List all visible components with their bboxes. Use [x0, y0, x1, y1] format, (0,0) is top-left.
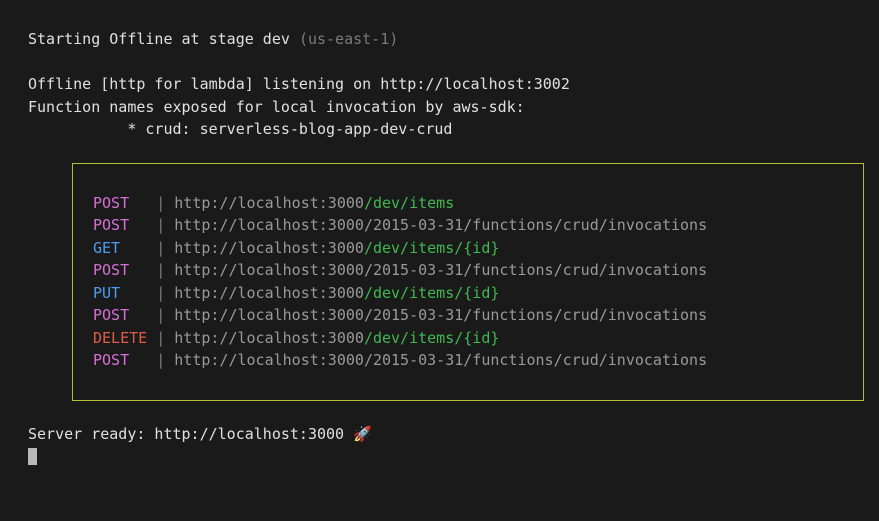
- url-base: http://localhost:3000: [174, 329, 364, 347]
- pad: [129, 194, 156, 212]
- route-row: GET | http://localhost:3000/dev/items/{i…: [93, 237, 843, 260]
- terminal-cursor: [28, 448, 37, 465]
- route-row: POST | http://localhost:3000/2015-03-31/…: [93, 304, 843, 327]
- starting-line: Starting Offline at stage dev (us-east-1…: [28, 28, 851, 51]
- url-base: http://localhost:3000: [174, 194, 364, 212]
- route-row: POST | http://localhost:3000/2015-03-31/…: [93, 349, 843, 372]
- listening-line: Offline [http for lambda] listening on h…: [28, 73, 851, 96]
- http-method: POST: [93, 194, 129, 212]
- url-path: /2015-03-31/functions/crud/invocations: [364, 351, 707, 369]
- url-path: /2015-03-31/functions/crud/invocations: [364, 261, 707, 279]
- url-base: http://localhost:3000: [174, 351, 364, 369]
- server-ready-text: Server ready: http://localhost:3000: [28, 425, 353, 443]
- http-method: PUT: [93, 284, 120, 302]
- rocket-icon: 🚀: [353, 425, 372, 443]
- url-path: /dev/items/{id}: [364, 239, 499, 257]
- starting-text: Starting Offline at stage dev: [28, 30, 299, 48]
- pad: [129, 351, 156, 369]
- route-row: PUT | http://localhost:3000/dev/items/{i…: [93, 282, 843, 305]
- pipe-separator: |: [156, 351, 174, 369]
- crud-line: * crud: serverless-blog-app-dev-crud: [28, 118, 851, 141]
- url-base: http://localhost:3000: [174, 261, 364, 279]
- route-row: POST | http://localhost:3000/dev/items: [93, 192, 843, 215]
- pad: [129, 216, 156, 234]
- server-ready-line: Server ready: http://localhost:3000 🚀: [28, 423, 851, 446]
- pad: [120, 284, 156, 302]
- cursor-line: [28, 445, 851, 468]
- url-base: http://localhost:3000: [174, 306, 364, 324]
- url-path: /2015-03-31/functions/crud/invocations: [364, 216, 707, 234]
- route-row: DELETE | http://localhost:3000/dev/items…: [93, 327, 843, 350]
- http-method: POST: [93, 306, 129, 324]
- routes-box: POST | http://localhost:3000/dev/itemsPO…: [72, 163, 864, 401]
- pad: [129, 306, 156, 324]
- url-path: /dev/items: [364, 194, 454, 212]
- url-path: /dev/items/{id}: [364, 284, 499, 302]
- url-base: http://localhost:3000: [174, 216, 364, 234]
- http-method: POST: [93, 216, 129, 234]
- pipe-separator: |: [156, 239, 174, 257]
- region-text: (us-east-1): [299, 30, 398, 48]
- http-method: GET: [93, 239, 120, 257]
- http-method: DELETE: [93, 329, 147, 347]
- route-row: POST | http://localhost:3000/2015-03-31/…: [93, 259, 843, 282]
- function-names-line: Function names exposed for local invocat…: [28, 96, 851, 119]
- pad: [120, 239, 156, 257]
- blank-line: [28, 51, 851, 74]
- pad: [129, 261, 156, 279]
- pad: [147, 329, 156, 347]
- pipe-separator: |: [156, 284, 174, 302]
- url-path: /2015-03-31/functions/crud/invocations: [364, 306, 707, 324]
- http-method: POST: [93, 261, 129, 279]
- url-base: http://localhost:3000: [174, 284, 364, 302]
- pipe-separator: |: [156, 216, 174, 234]
- pipe-separator: |: [156, 261, 174, 279]
- route-row: POST | http://localhost:3000/2015-03-31/…: [93, 214, 843, 237]
- http-method: POST: [93, 351, 129, 369]
- pipe-separator: |: [156, 306, 174, 324]
- url-path: /dev/items/{id}: [364, 329, 499, 347]
- pipe-separator: |: [156, 194, 174, 212]
- pipe-separator: |: [156, 329, 174, 347]
- url-base: http://localhost:3000: [174, 239, 364, 257]
